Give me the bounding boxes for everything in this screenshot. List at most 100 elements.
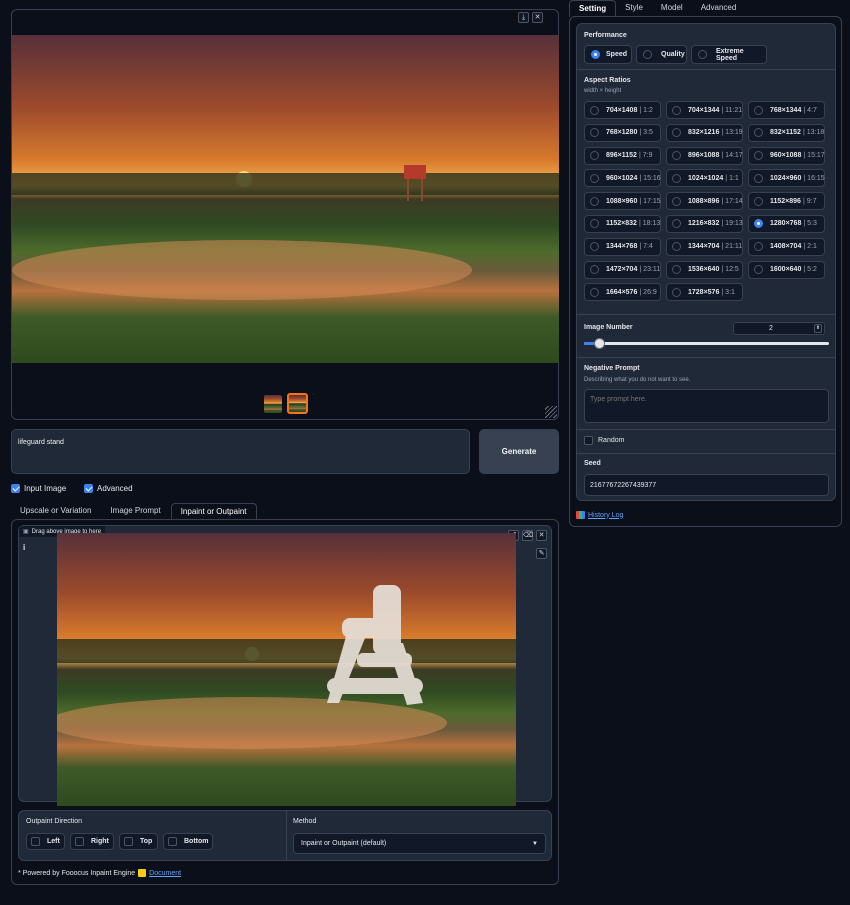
outpaint-bottom[interactable]: Bottom xyxy=(163,833,213,850)
aspect-option[interactable]: 1664×576 | 26:9 xyxy=(584,283,661,302)
radio-icon[interactable] xyxy=(590,265,599,275)
download-icon[interactable]: ⤓ xyxy=(518,12,529,23)
slider-thumb[interactable] xyxy=(594,338,606,349)
radio-icon[interactable] xyxy=(672,173,681,183)
image-number-slider[interactable] xyxy=(584,338,829,349)
input-image-checkbox[interactable]: Input Image xyxy=(11,484,66,493)
performance-extreme[interactable]: Extreme Speed xyxy=(691,45,767,64)
aspect-option[interactable]: 1088×960 | 17:15 xyxy=(584,192,661,211)
radio-icon[interactable] xyxy=(590,173,599,183)
inpaint-canvas[interactable]: ▣ Drag above image to here i ↺ ⌫ ✕ ✎ xyxy=(18,525,552,806)
radio-icon[interactable] xyxy=(754,196,763,206)
radio-icon[interactable] xyxy=(754,265,763,275)
aspect-option[interactable]: 1024×1024 | 1:1 xyxy=(666,169,743,188)
aspect-option[interactable]: 960×1088 | 15:17 xyxy=(748,146,825,165)
outpaint-top[interactable]: Top xyxy=(119,833,158,850)
image-number-input[interactable]: 2 ⬍ xyxy=(733,322,825,335)
generate-button[interactable]: Generate xyxy=(479,429,559,474)
method-dropdown[interactable]: Inpaint or Outpaint (default) ▼ xyxy=(293,833,546,854)
info-icon[interactable]: i xyxy=(23,543,25,552)
aspect-option[interactable]: 704×1408 | 1:2 xyxy=(584,101,661,119)
tab-setting[interactable]: Setting xyxy=(569,0,617,17)
aspect-option[interactable]: 1024×960 | 16:15 xyxy=(748,169,825,188)
checkbox-checked-icon[interactable] xyxy=(84,484,93,493)
brush-icon[interactable]: ✎ xyxy=(536,548,547,559)
radio-icon[interactable] xyxy=(754,242,763,252)
radio-icon[interactable] xyxy=(754,173,763,183)
performance-quality[interactable]: Quality xyxy=(636,45,687,64)
aspect-option[interactable]: 832×1216 | 13:19 xyxy=(666,123,743,142)
aspect-option[interactable]: 896×1088 | 14:17 xyxy=(666,146,743,165)
radio-icon[interactable] xyxy=(590,219,599,229)
checkbox-icon[interactable] xyxy=(31,837,40,846)
checkbox-checked-icon[interactable] xyxy=(11,484,20,493)
aspect-option[interactable]: 1408×704 | 2:1 xyxy=(748,237,825,256)
tab-advanced[interactable]: Advanced xyxy=(692,0,746,16)
radio-icon[interactable] xyxy=(590,287,599,297)
radio-icon[interactable] xyxy=(698,50,707,59)
checkbox-icon[interactable] xyxy=(168,837,177,846)
aspect-option[interactable]: 960×1024 | 15:16 xyxy=(584,169,661,188)
radio-icon[interactable] xyxy=(672,265,681,275)
checkbox-icon[interactable] xyxy=(584,436,593,445)
aspect-option[interactable]: 704×1344 | 11:21 xyxy=(666,101,743,119)
aspect-option[interactable]: 1280×768 | 5:3 xyxy=(748,214,825,233)
gallery-thumbnail-selected[interactable] xyxy=(287,393,308,414)
aspect-option[interactable]: 768×1280 | 3:5 xyxy=(584,123,661,142)
radio-icon[interactable] xyxy=(672,105,681,115)
radio-icon[interactable] xyxy=(754,105,763,115)
checkbox-icon[interactable] xyxy=(124,837,133,846)
tab-style[interactable]: Style xyxy=(616,0,652,16)
erase-icon[interactable]: ⌫ xyxy=(522,530,533,541)
close-icon[interactable]: ✕ xyxy=(536,530,547,541)
aspect-option[interactable]: 1344×768 | 7:4 xyxy=(584,237,661,256)
resize-handle-icon[interactable] xyxy=(545,406,557,418)
aspect-option[interactable]: 1088×896 | 17:14 xyxy=(666,192,743,211)
radio-icon[interactable] xyxy=(643,50,652,59)
aspect-option[interactable]: 1472×704 | 23:11 xyxy=(584,260,661,279)
radio-icon[interactable] xyxy=(672,151,681,161)
aspect-option[interactable]: 1344×704 | 21:11 xyxy=(666,237,743,256)
radio-icon[interactable] xyxy=(672,242,681,252)
radio-icon[interactable] xyxy=(590,128,599,138)
advanced-checkbox[interactable]: Advanced xyxy=(84,484,133,493)
spinner-icon[interactable]: ⬍ xyxy=(814,324,822,333)
radio-icon[interactable] xyxy=(590,151,599,161)
tab-upscale[interactable]: Upscale or Variation xyxy=(11,503,100,519)
aspect-option[interactable]: 1152×832 | 18:13 xyxy=(584,214,661,233)
radio-icon[interactable] xyxy=(672,287,681,297)
aspect-option[interactable]: 768×1344 | 4:7 xyxy=(748,101,825,119)
aspect-option[interactable]: 1152×896 | 9:7 xyxy=(748,192,825,211)
aspect-option[interactable]: 1600×640 | 5:2 xyxy=(748,260,825,279)
radio-icon[interactable] xyxy=(672,219,681,229)
radio-icon[interactable] xyxy=(590,242,599,252)
outpaint-left[interactable]: Left xyxy=(26,833,65,850)
outpaint-right[interactable]: Right xyxy=(70,833,114,850)
radio-selected-icon[interactable] xyxy=(754,219,763,229)
gallery-thumbnail[interactable] xyxy=(264,395,282,413)
radio-icon[interactable] xyxy=(754,128,763,138)
document-link[interactable]: Document xyxy=(149,870,181,877)
checkbox-icon[interactable] xyxy=(75,837,84,846)
history-log-link[interactable]: History Log xyxy=(588,512,623,519)
radio-selected-icon[interactable] xyxy=(591,50,600,59)
aspect-option[interactable]: 832×1152 | 13:18 xyxy=(748,123,825,142)
random-checkbox[interactable]: Random xyxy=(584,436,624,445)
seed-input[interactable]: 216776722674393​77 xyxy=(584,474,829,496)
radio-icon[interactable] xyxy=(590,105,599,115)
performance-speed[interactable]: Speed xyxy=(584,45,632,64)
tab-image-prompt[interactable]: Image Prompt xyxy=(101,503,169,519)
aspect-option[interactable]: 1728×576 | 3:1 xyxy=(666,283,743,302)
radio-icon[interactable] xyxy=(590,196,599,206)
prompt-input[interactable]: lifeguard stand xyxy=(11,429,470,474)
tab-model[interactable]: Model xyxy=(652,0,692,16)
radio-icon[interactable] xyxy=(754,151,763,161)
close-icon[interactable]: ✕ xyxy=(532,12,543,23)
aspect-option[interactable]: 1536×640 | 12:5 xyxy=(666,260,743,279)
aspect-option[interactable]: 1216×832 | 19:13 xyxy=(666,214,743,233)
radio-icon[interactable] xyxy=(672,196,681,206)
negative-prompt-input[interactable] xyxy=(584,389,829,423)
aspect-option[interactable]: 896×1152 | 7:9 xyxy=(584,146,661,165)
tab-inpaint[interactable]: Inpaint or Outpaint xyxy=(170,503,257,519)
radio-icon[interactable] xyxy=(672,128,681,138)
